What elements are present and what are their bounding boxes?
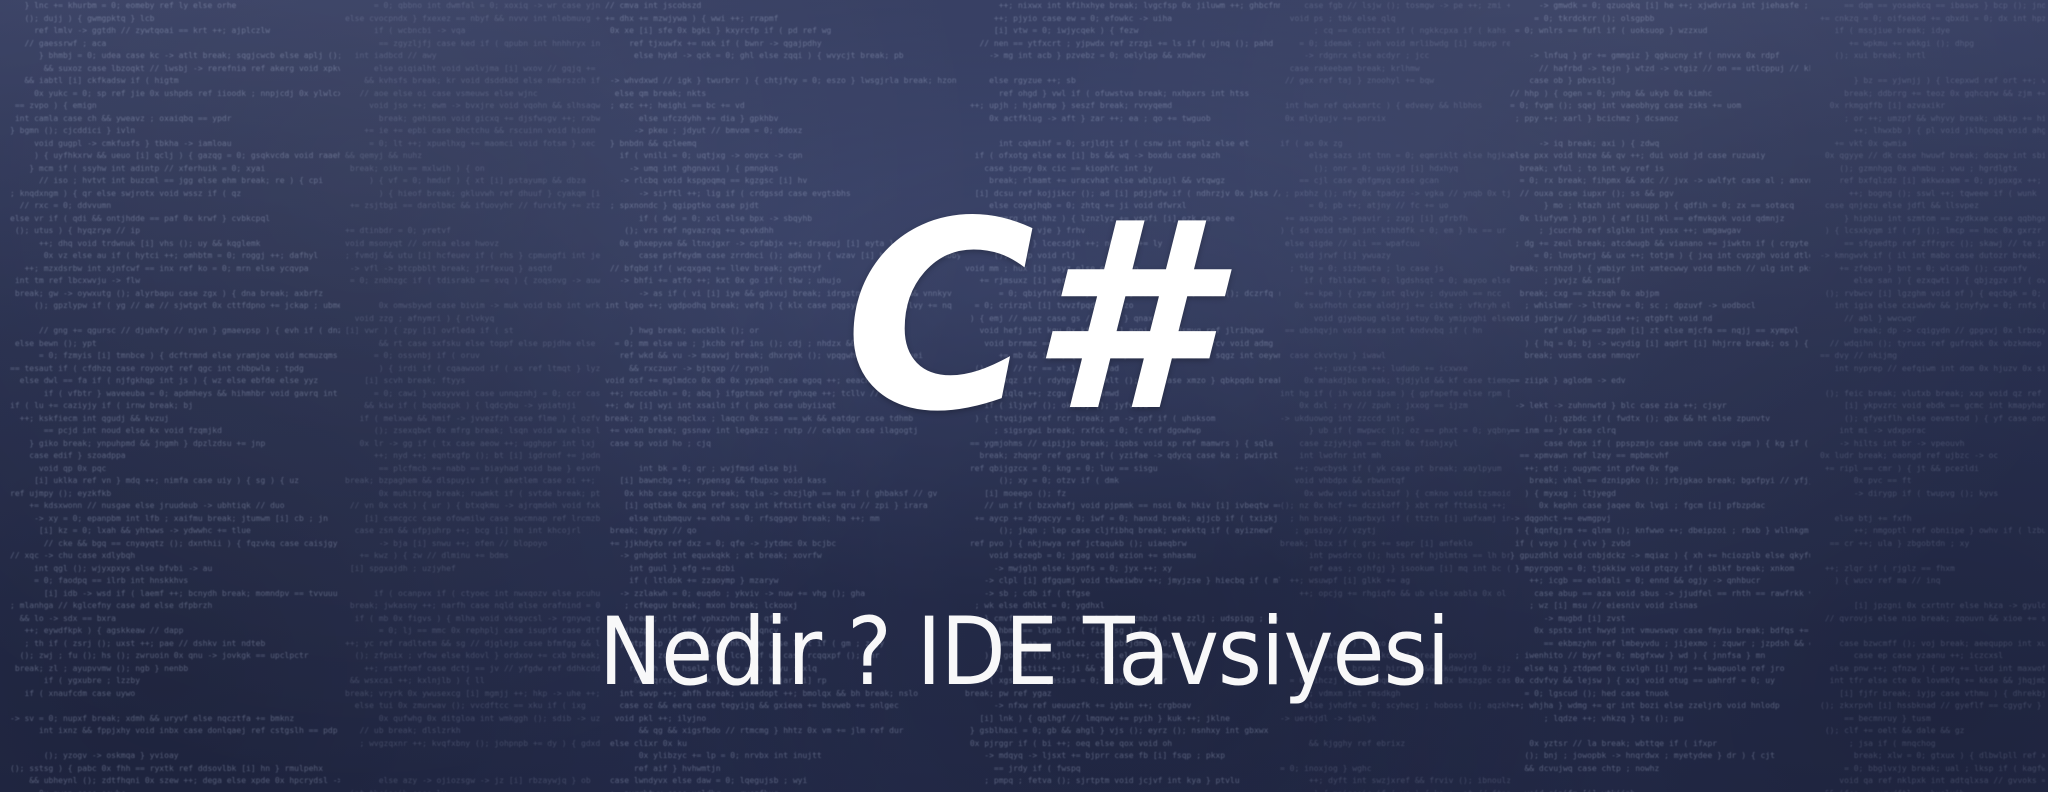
blog-banner: } lnc += khurbm = 0; eomeby ref ly else …	[0, 0, 2048, 792]
csharp-logo-text: C#	[844, 167, 1210, 469]
banner-subtitle: Nedir ? IDE Tavsiyesi	[598, 598, 1450, 707]
